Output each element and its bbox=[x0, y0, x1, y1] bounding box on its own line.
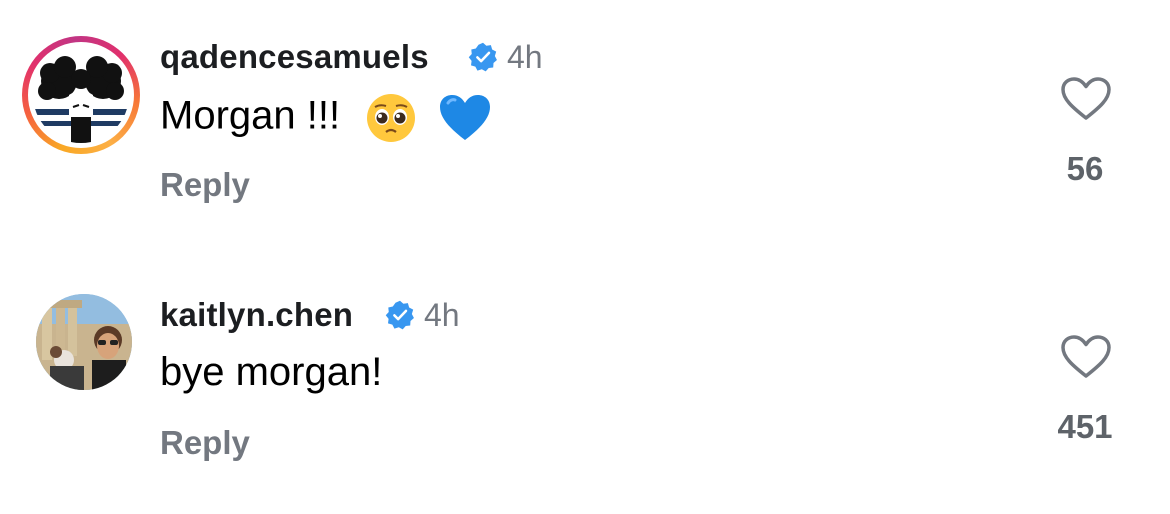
photo-avatar bbox=[36, 294, 132, 390]
username[interactable]: kaitlyn.chen bbox=[160, 296, 353, 334]
comment-item: qadencesamuels 4h Morgan !!! Reply 56 bbox=[0, 0, 1170, 250]
comment-text: bye morgan! bbox=[160, 350, 383, 394]
pleading-face-emoji bbox=[367, 94, 416, 142]
comment-text: Morgan !!! bbox=[160, 92, 492, 144]
reply-button[interactable]: Reply bbox=[160, 166, 250, 204]
afro-silhouette-avatar bbox=[33, 47, 129, 143]
username[interactable]: qadencesamuels bbox=[160, 38, 429, 76]
timestamp: 4h bbox=[507, 39, 543, 75]
heart-icon[interactable] bbox=[1060, 76, 1112, 122]
verified-badge-icon bbox=[468, 42, 497, 72]
like-count: 451 bbox=[1057, 408, 1113, 445]
comment-item: kaitlyn.chen 4h bye morgan! Reply 451 bbox=[0, 258, 1170, 508]
avatar[interactable] bbox=[36, 294, 132, 390]
reply-button[interactable]: Reply bbox=[160, 424, 250, 462]
verified-badge-icon bbox=[385, 300, 414, 330]
heart-icon[interactable] bbox=[1060, 334, 1112, 380]
avatar[interactable] bbox=[22, 36, 140, 154]
timestamp: 4h bbox=[424, 297, 460, 333]
like-count: 56 bbox=[1066, 150, 1104, 187]
blue-heart-emoji bbox=[440, 95, 491, 140]
